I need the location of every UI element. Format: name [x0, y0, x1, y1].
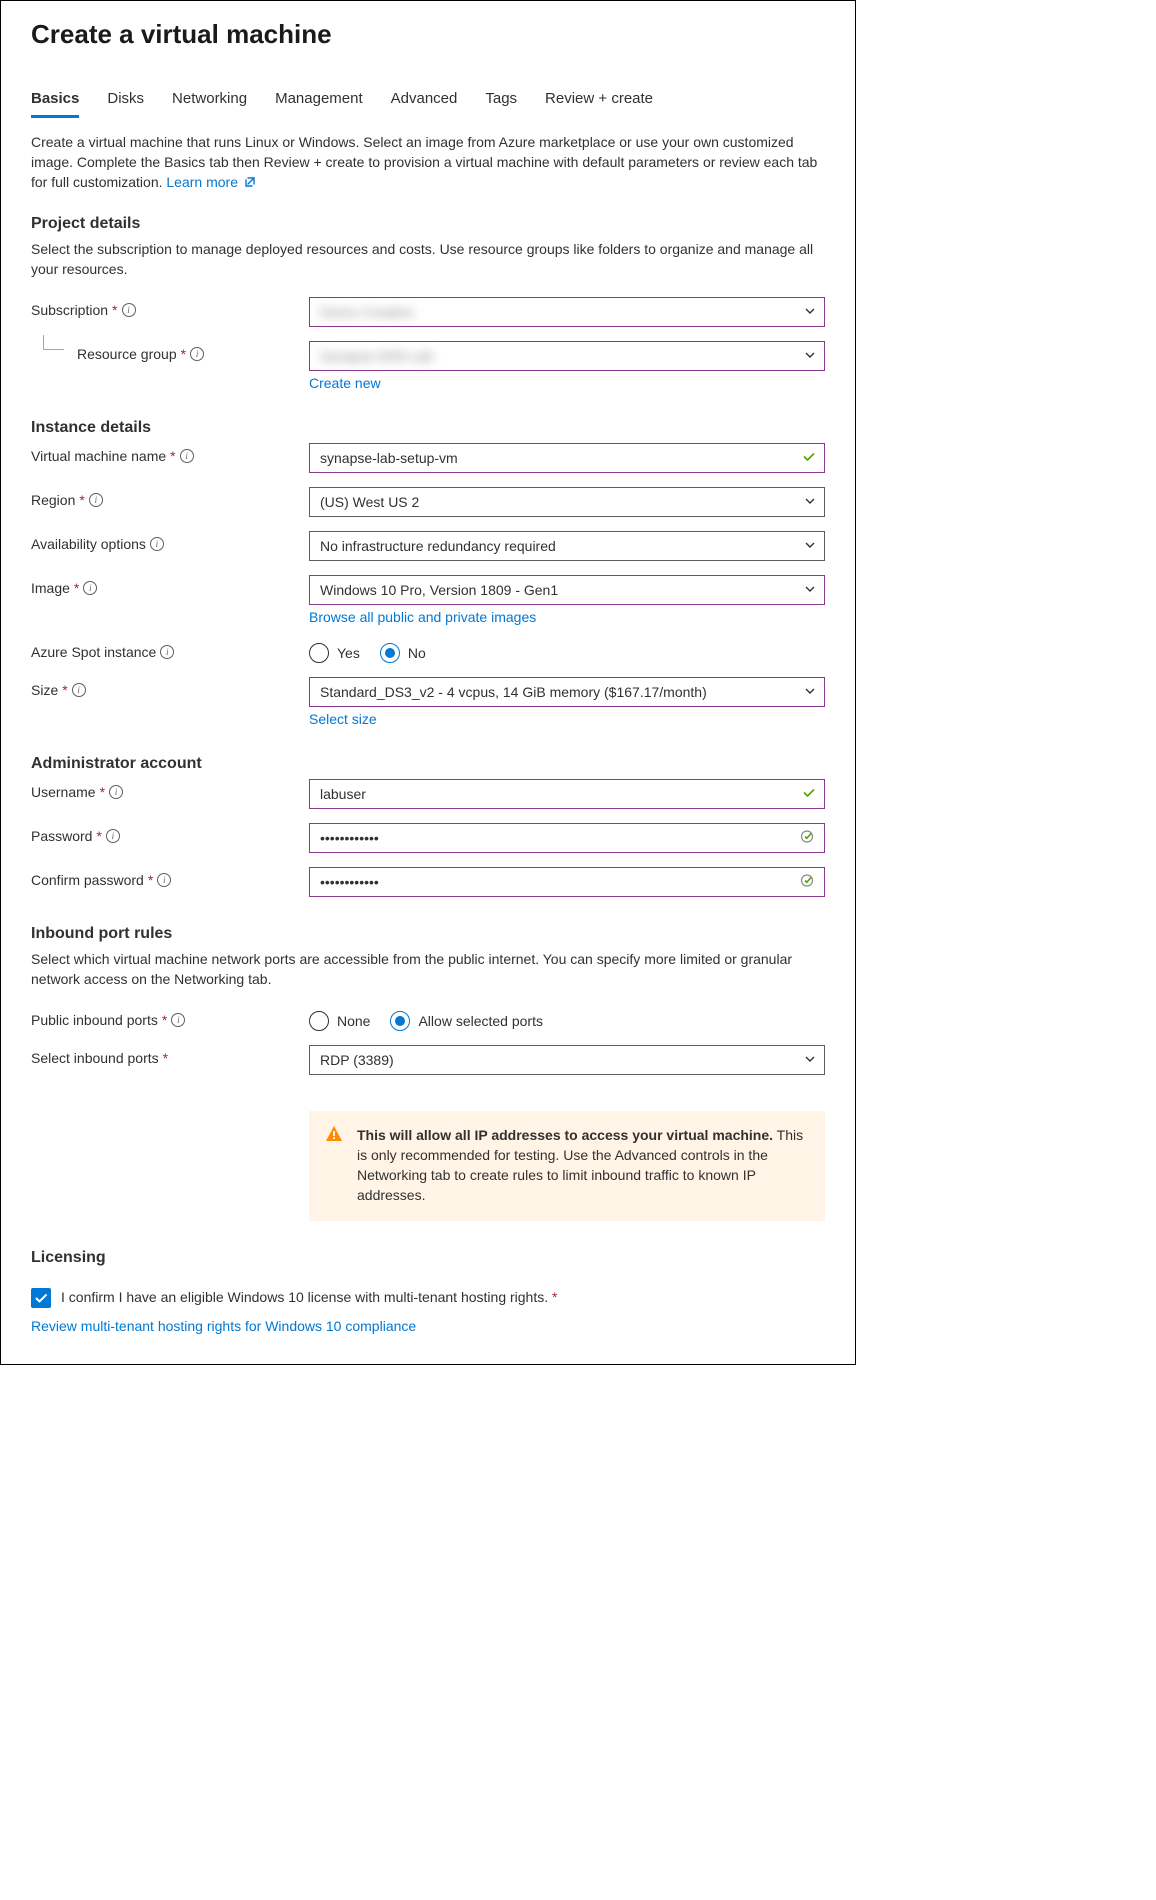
review-hosting-rights-link[interactable]: Review multi-tenant hosting rights for W… — [31, 1318, 416, 1334]
password-input[interactable]: •••••••••••• — [309, 823, 825, 853]
project-details-heading: Project details — [31, 215, 825, 233]
intro-text: Create a virtual machine that runs Linux… — [31, 132, 825, 193]
info-icon[interactable]: i — [150, 537, 164, 551]
username-label: Username * i — [31, 779, 309, 800]
chevron-down-icon — [804, 538, 816, 554]
project-details-desc: Select the subscription to manage deploy… — [31, 239, 825, 279]
page-title: Create a virtual machine — [31, 19, 825, 50]
external-link-icon — [244, 173, 256, 193]
subscription-label: Subscription * i — [31, 297, 309, 318]
resource-group-select[interactable]: Synapse-WW-Lab — [309, 341, 825, 371]
tab-networking[interactable]: Networking — [172, 90, 247, 118]
spot-instance-label: Azure Spot instance i — [31, 639, 309, 660]
tab-review-create[interactable]: Review + create — [545, 90, 653, 118]
info-icon[interactable]: i — [89, 493, 103, 507]
licensing-heading: Licensing — [31, 1249, 825, 1267]
valid-check-icon — [802, 786, 816, 803]
warning-icon — [325, 1125, 343, 1148]
section-admin-account: Administrator account Username * i labus… — [31, 755, 825, 897]
availability-select[interactable]: No infrastructure redundancy required — [309, 531, 825, 561]
instance-details-heading: Instance details — [31, 419, 825, 437]
inbound-ports-desc: Select which virtual machine network por… — [31, 949, 825, 989]
region-select[interactable]: (US) West US 2 — [309, 487, 825, 517]
size-select[interactable]: Standard_DS3_v2 - 4 vcpus, 14 GiB memory… — [309, 677, 825, 707]
info-icon[interactable]: i — [72, 683, 86, 697]
info-icon[interactable]: i — [180, 449, 194, 463]
section-project-details: Project details Select the subscription … — [31, 215, 825, 391]
admin-account-heading: Administrator account — [31, 755, 825, 773]
chevron-down-icon — [804, 1052, 816, 1068]
license-confirm-label: I confirm I have an eligible Windows 10 … — [61, 1287, 557, 1307]
tab-advanced[interactable]: Advanced — [391, 90, 458, 118]
section-inbound-ports: Inbound port rules Select which virtual … — [31, 925, 825, 1221]
tab-management[interactable]: Management — [275, 90, 363, 118]
inbound-warning-alert: This will allow all IP addresses to acce… — [309, 1111, 825, 1221]
select-inbound-ports-label: Select inbound ports * — [31, 1045, 309, 1066]
password-valid-icon — [800, 829, 816, 848]
image-label: Image * i — [31, 575, 309, 596]
spot-no-radio[interactable]: No — [380, 643, 426, 663]
create-new-resource-group-link[interactable]: Create new — [309, 375, 381, 391]
select-size-link[interactable]: Select size — [309, 711, 377, 727]
info-icon[interactable]: i — [106, 829, 120, 843]
image-select[interactable]: Windows 10 Pro, Version 1809 - Gen1 — [309, 575, 825, 605]
info-icon[interactable]: i — [157, 873, 171, 887]
username-input[interactable]: labuser — [309, 779, 825, 809]
info-icon[interactable]: i — [160, 645, 174, 659]
region-label: Region * i — [31, 487, 309, 508]
info-icon[interactable]: i — [190, 347, 204, 361]
subscription-select[interactable]: Demo Creation — [309, 297, 825, 327]
license-confirm-checkbox[interactable] — [31, 1288, 51, 1308]
resource-group-label: Resource group * i — [31, 341, 309, 362]
inbound-none-radio[interactable]: None — [309, 1011, 370, 1031]
tab-disks[interactable]: Disks — [107, 90, 144, 118]
inbound-ports-heading: Inbound port rules — [31, 925, 825, 943]
confirm-password-label: Confirm password * i — [31, 867, 309, 888]
password-valid-icon — [800, 873, 816, 892]
inbound-allow-radio[interactable]: Allow selected ports — [390, 1011, 543, 1031]
public-inbound-ports-label: Public inbound ports * i — [31, 1007, 309, 1028]
tab-basics[interactable]: Basics — [31, 90, 79, 118]
valid-check-icon — [802, 450, 816, 467]
info-icon[interactable]: i — [122, 303, 136, 317]
browse-images-link[interactable]: Browse all public and private images — [309, 609, 536, 625]
info-icon[interactable]: i — [83, 581, 97, 595]
tabs-bar: Basics Disks Networking Management Advan… — [31, 90, 825, 118]
section-licensing: Licensing I confirm I have an eligible W… — [31, 1249, 825, 1334]
chevron-down-icon — [804, 582, 816, 598]
password-label: Password * i — [31, 823, 309, 844]
section-instance-details: Instance details Virtual machine name * … — [31, 419, 825, 727]
spot-yes-radio[interactable]: Yes — [309, 643, 360, 663]
info-icon[interactable]: i — [109, 785, 123, 799]
size-label: Size * i — [31, 677, 309, 698]
chevron-down-icon — [804, 304, 816, 320]
chevron-down-icon — [804, 684, 816, 700]
learn-more-link[interactable]: Learn more — [166, 174, 255, 190]
availability-label: Availability options i — [31, 531, 309, 552]
chevron-down-icon — [804, 494, 816, 510]
tab-tags[interactable]: Tags — [485, 90, 517, 118]
chevron-down-icon — [804, 348, 816, 364]
select-inbound-ports-select[interactable]: RDP (3389) — [309, 1045, 825, 1075]
info-icon[interactable]: i — [171, 1013, 185, 1027]
confirm-password-input[interactable]: •••••••••••• — [309, 867, 825, 897]
vm-name-label: Virtual machine name * i — [31, 443, 309, 464]
vm-name-input[interactable]: synapse-lab-setup-vm — [309, 443, 825, 473]
